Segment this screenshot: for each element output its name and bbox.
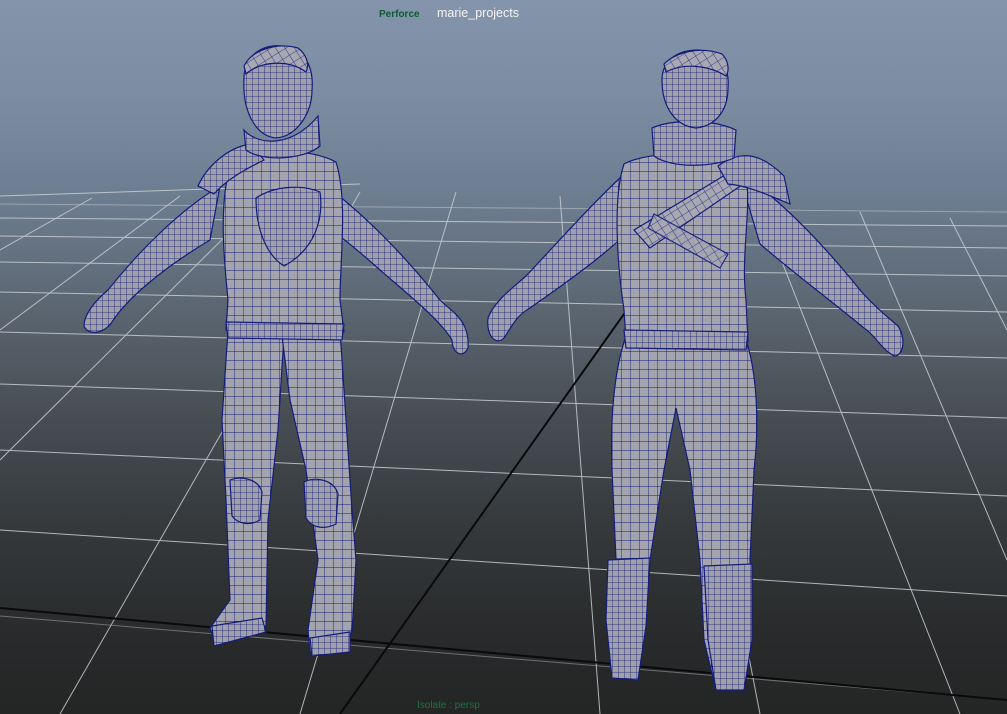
project-name-label: marie_projects xyxy=(437,6,519,20)
character-mesh-back[interactable] xyxy=(487,49,904,691)
character-mesh-front[interactable] xyxy=(83,45,469,657)
viewport-hud-top: Perforce marie_projects xyxy=(0,6,1007,24)
maya-viewport-persp[interactable]: Perforce marie_projects Isolate : persp xyxy=(0,0,1007,714)
perforce-label[interactable]: Perforce xyxy=(379,9,420,20)
isolate-label: Isolate : persp xyxy=(417,700,480,711)
scene-canvas[interactable] xyxy=(0,0,1007,714)
